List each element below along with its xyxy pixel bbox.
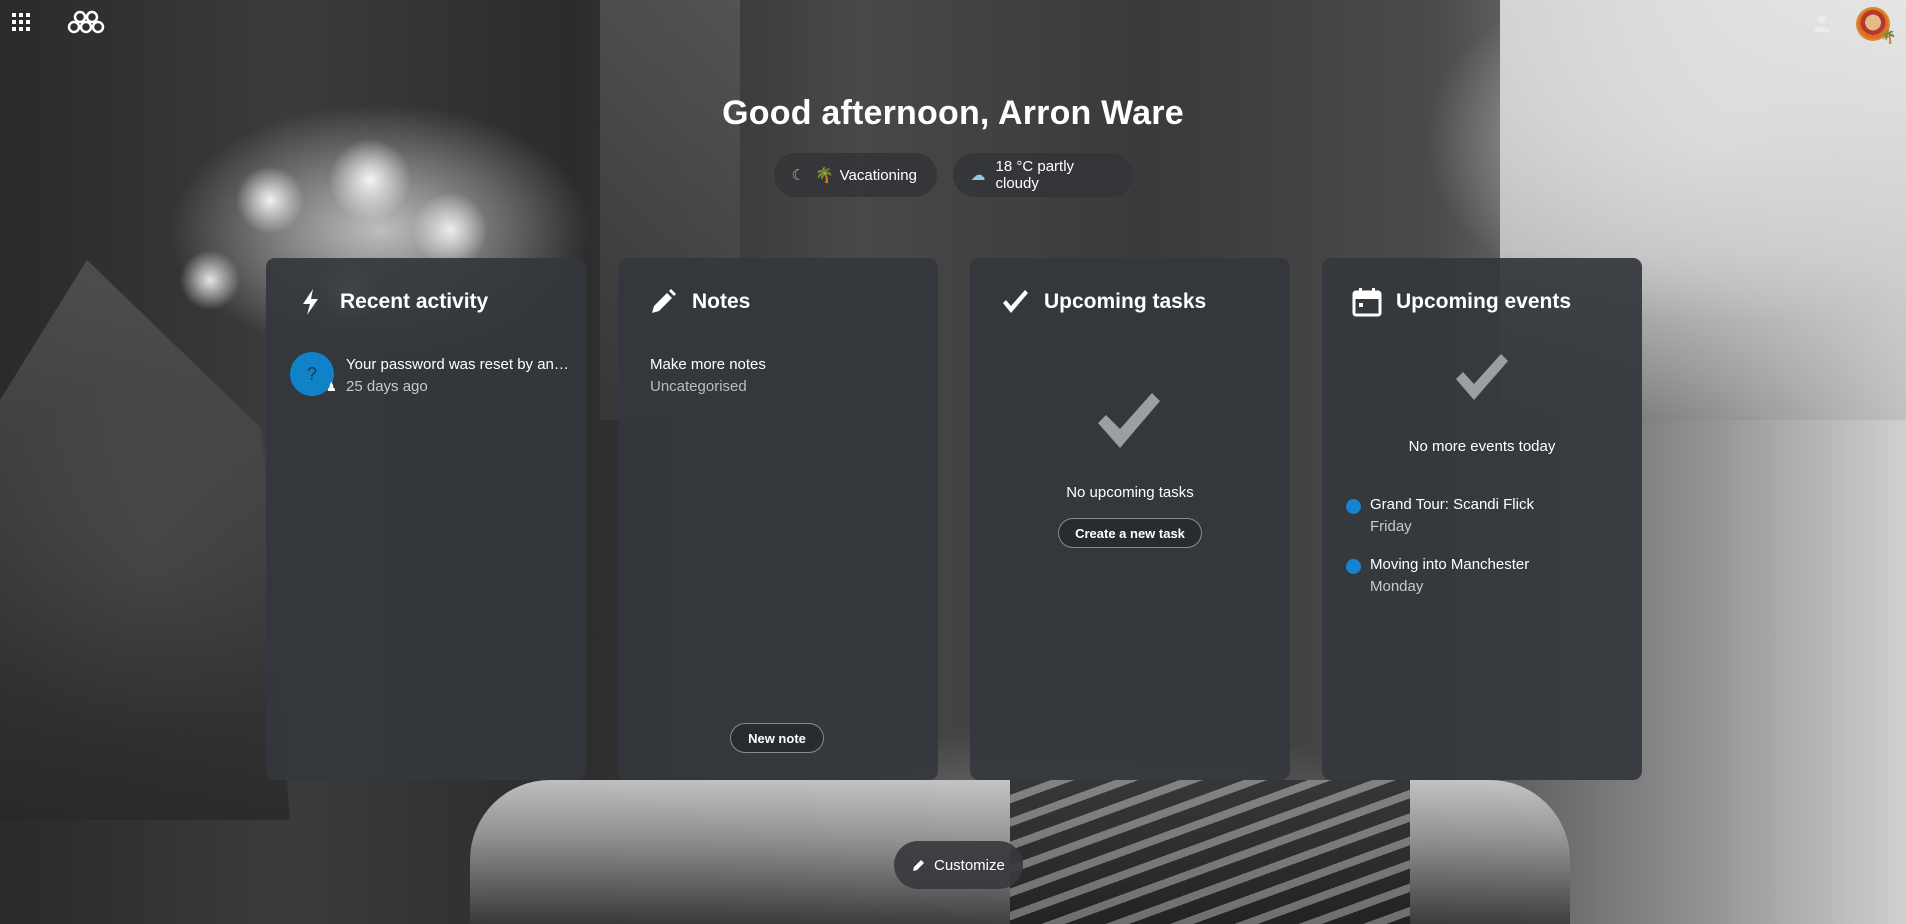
- user-status-label: Vacationing: [839, 166, 917, 184]
- panel-header: Upcoming events: [1352, 286, 1571, 318]
- top-bar: 🌴: [0, 0, 1906, 46]
- new-note-button[interactable]: New note: [730, 723, 824, 753]
- activity-text: Your password was reset by an ...: [346, 356, 570, 373]
- empty-tasks-check-icon: [1098, 393, 1160, 448]
- panel-notes: Notes Make more notes Uncategorised New …: [618, 258, 938, 780]
- palm-tree-emoji: 🌴: [814, 167, 834, 184]
- user-icon: ♟: [326, 380, 337, 394]
- events-empty-text: No more events today: [1408, 438, 1556, 455]
- background-typewriter: [470, 780, 1570, 924]
- activity-time: 25 days ago: [346, 378, 428, 395]
- panel-upcoming-events: Upcoming events No more events today Gra…: [1322, 258, 1642, 780]
- panel-header: Upcoming tasks: [1000, 286, 1206, 318]
- event-title: Moving into Manchester: [1370, 556, 1530, 573]
- calendar-color-dot: [1346, 499, 1361, 514]
- event-title: Grand Tour: Scandi Flick: [1370, 496, 1534, 513]
- moon-icon: ☾: [791, 167, 805, 184]
- panel-title: Upcoming events: [1396, 290, 1572, 313]
- background-lantern: [0, 260, 290, 820]
- lightning-icon: [303, 289, 318, 315]
- avatar-status-badge: 🌴: [1880, 29, 1897, 44]
- panel-header: Notes: [648, 286, 750, 318]
- panel-title: Notes: [692, 290, 751, 313]
- panel-title: Recent activity: [340, 290, 489, 313]
- calendar-color-dot: [1346, 559, 1361, 574]
- event-day: Monday: [1370, 578, 1424, 595]
- status-pills: ☾ 🌴 Vacationing ☁ 18 °C partly cloudy: [0, 153, 1906, 197]
- create-task-button[interactable]: Create a new task: [1058, 518, 1202, 548]
- panel-upcoming-tasks: Upcoming tasks No upcoming tasks Create …: [970, 258, 1290, 780]
- note-title: Make more notes: [650, 356, 766, 373]
- note-category: Uncategorised: [650, 378, 747, 395]
- panel-header: Recent activity: [296, 286, 488, 318]
- pencil-icon: [652, 289, 676, 313]
- event-day: Friday: [1370, 518, 1412, 535]
- customize-label: Customize: [934, 856, 1005, 874]
- customize-button[interactable]: Customize: [894, 841, 1023, 889]
- weather-label: 18 °C partly cloudy: [995, 158, 1075, 192]
- background-typewriter-keys: [1010, 780, 1410, 924]
- apps-grid-icon[interactable]: [12, 13, 30, 31]
- panel-recent-activity: Recent activity ? ♟ Your password was re…: [266, 258, 586, 780]
- partly-cloudy-icon: ☁: [970, 167, 986, 184]
- note-item[interactable]: Make more notes Uncategorised: [650, 356, 766, 395]
- weather-pill[interactable]: ☁ 18 °C partly cloudy: [952, 153, 1133, 197]
- user-status-pill[interactable]: ☾ 🌴 Vacationing: [773, 153, 937, 197]
- dashboard-panels: Recent activity ? ♟ Your password was re…: [266, 258, 1642, 780]
- pencil-icon: [913, 860, 924, 871]
- empty-events-check-icon: [1456, 354, 1508, 400]
- tasks-empty-text: No upcoming tasks: [1066, 484, 1194, 501]
- nextcloud-logo-icon[interactable]: [66, 7, 106, 37]
- user-status-icon[interactable]: [1812, 13, 1832, 33]
- greeting-title: Good afternoon, Arron Ware: [722, 94, 1184, 132]
- calendar-icon: [1352, 288, 1382, 317]
- activity-item[interactable]: ? ♟ Your password was reset by an ... 25…: [290, 352, 570, 398]
- checkmark-icon: [1003, 290, 1028, 313]
- panel-title: Upcoming tasks: [1044, 290, 1207, 313]
